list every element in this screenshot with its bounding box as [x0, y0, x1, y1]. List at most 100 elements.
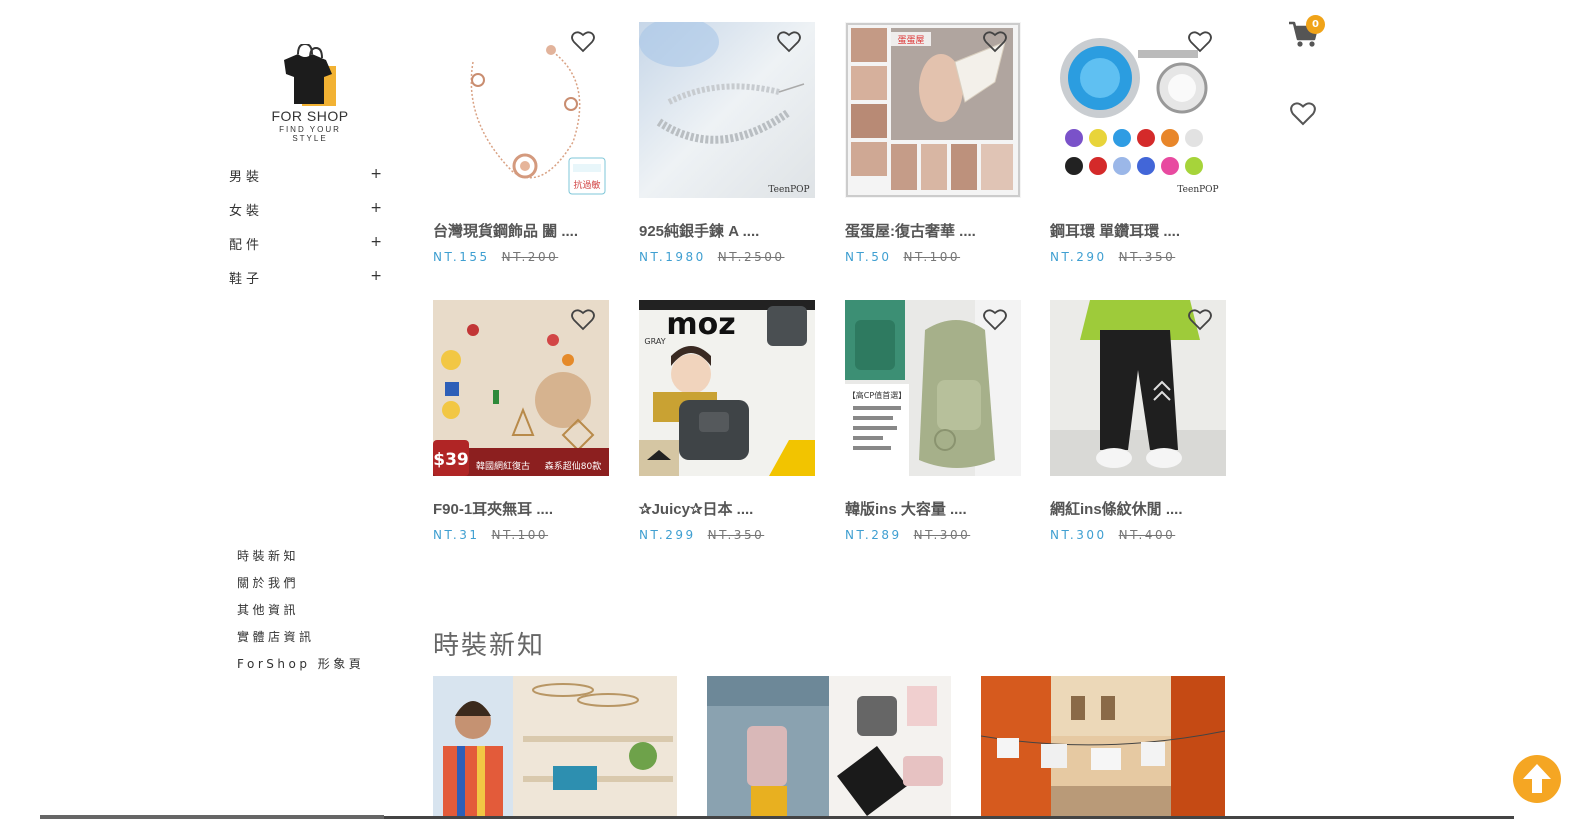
category-label: 男裝: [229, 170, 264, 185]
footer-divider: [40, 815, 384, 819]
news-image: [433, 676, 677, 819]
sale-price: NT.155: [433, 250, 490, 264]
eggshop-label: 蛋蛋屋: [897, 35, 924, 46]
cart-count-badge: 0: [1306, 15, 1325, 34]
product-name[interactable]: 鋼耳環 單鑽耳環 ....: [1050, 220, 1226, 241]
sale-price: NT.300: [1050, 528, 1107, 542]
sale-price: NT.1980: [639, 250, 706, 264]
heart-icon[interactable]: [983, 309, 1007, 331]
back-to-top-button[interactable]: [1513, 755, 1561, 803]
cropped-section-title: [436, 0, 536, 2]
brand-title: FOR SHOP: [271, 108, 349, 124]
anti-allergy-label: 抗過敏: [573, 179, 600, 191]
product-name[interactable]: 925純銀手鍊 A ....: [639, 220, 815, 241]
category-item-men[interactable]: 男裝 +: [229, 166, 385, 200]
product-card[interactable]: $39 韓國網紅復古 森系超仙80款 F90-1耳夾無耳 .... NT.31 N…: [433, 300, 609, 542]
info-link-store-info[interactable]: 實體店資訊: [237, 628, 364, 655]
product-card[interactable]: 網紅ins條紋休閒 .... NT.300 NT.400: [1050, 300, 1226, 542]
product-image[interactable]: [1050, 300, 1226, 476]
heart-icon[interactable]: [777, 31, 801, 53]
heart-icon[interactable]: [571, 31, 595, 53]
product-image[interactable]: 抗過敏: [433, 22, 609, 198]
product-image[interactable]: moz GRAY: [639, 300, 815, 476]
original-price: NT.100: [491, 528, 549, 542]
earring-banner-label: 韓國網紅復古: [476, 460, 530, 472]
product-name[interactable]: 台灣現貨鋼飾品 闔 ....: [433, 220, 609, 241]
sale-price: NT.289: [845, 528, 902, 542]
product-card[interactable]: moz GRAY ✰Juicy✰日本 .... NT.299 NT.350: [639, 300, 815, 542]
category-menu: 男裝 + 女裝 + 配件 + 鞋子 +: [229, 166, 385, 302]
arrow-up-icon: [1523, 764, 1551, 793]
product-name[interactable]: F90-1耳夾無耳 ....: [433, 498, 609, 519]
teenpop-watermark: TeenPOP: [1177, 185, 1218, 195]
news-card[interactable]: [981, 676, 1225, 819]
news-card[interactable]: [433, 676, 677, 819]
original-price: NT.300: [913, 528, 971, 542]
magazine-title: moz: [666, 307, 735, 342]
product-card[interactable]: 蛋蛋屋 蛋蛋屋:復古奢華 .... NT.50 NT.100: [845, 22, 1021, 264]
info-link-other-info[interactable]: 其他資訊: [237, 601, 364, 628]
product-prices: NT.290 NT.350: [1050, 250, 1226, 264]
product-card[interactable]: TeenPOP 925純銀手鍊 A .... NT.1980 NT.2500: [639, 22, 815, 264]
product-prices: NT.155 NT.200: [433, 250, 609, 264]
product-prices: NT.50 NT.100: [845, 250, 1021, 264]
news-card[interactable]: [707, 676, 951, 819]
sale-price: NT.50: [845, 250, 892, 264]
expand-icon[interactable]: +: [370, 200, 382, 216]
product-image[interactable]: 蛋蛋屋: [845, 22, 1021, 198]
category-label: 女裝: [229, 204, 264, 219]
product-card[interactable]: 【高CP值首選】 韓版ins 大容量 .... NT.289 NT.300: [845, 300, 1021, 542]
product-card[interactable]: TeenPOP 鋼耳環 單鑽耳環 .... NT.290 NT.350: [1050, 22, 1226, 264]
original-price: NT.350: [1118, 250, 1176, 264]
info-link-about-us[interactable]: 關於我們: [237, 574, 364, 601]
heart-icon[interactable]: [983, 31, 1007, 53]
product-prices: NT.289 NT.300: [845, 528, 1021, 542]
category-item-accessories[interactable]: 配件 +: [229, 234, 385, 268]
original-price: NT.100: [903, 250, 961, 264]
heart-icon[interactable]: [571, 309, 595, 331]
product-image[interactable]: TeenPOP: [1050, 22, 1226, 198]
brand-subtitle: FIND YOUR STYLE: [279, 125, 341, 143]
product-prices: NT.299 NT.350: [639, 528, 815, 542]
category-item-women[interactable]: 女裝 +: [229, 200, 385, 234]
tshirt-bag-logo: [284, 44, 336, 106]
product-image[interactable]: $39 韓國網紅復古 森系超仙80款: [433, 300, 609, 476]
earring-banner-label-2: 森系超仙80款: [545, 460, 601, 472]
category-label: 鞋子: [229, 272, 264, 287]
heart-icon[interactable]: [1188, 31, 1212, 53]
heart-icon[interactable]: [1290, 102, 1316, 126]
product-prices: NT.1980 NT.2500: [639, 250, 815, 264]
info-menu: 時裝新知 關於我們 其他資訊 實體店資訊 ForShop 形象頁: [237, 547, 364, 682]
info-link-fashion-news[interactable]: 時裝新知: [237, 547, 364, 574]
original-price: NT.400: [1118, 528, 1176, 542]
teenpop-watermark: TeenPOP: [768, 185, 809, 195]
expand-icon[interactable]: +: [370, 268, 382, 284]
news-image: [981, 676, 1225, 819]
brand-logo[interactable]: FOR SHOP FIND YOUR STYLE: [262, 44, 358, 143]
product-name[interactable]: 網紅ins條紋休閒 ....: [1050, 498, 1226, 519]
sale-price: NT.299: [639, 528, 696, 542]
expand-icon[interactable]: +: [370, 166, 382, 182]
heart-icon[interactable]: [1188, 309, 1212, 331]
product-name[interactable]: 蛋蛋屋:復古奢華 ....: [845, 220, 1021, 241]
gray-label: GRAY: [644, 337, 665, 346]
bag-banner-label: 【高CP值首選】: [848, 390, 906, 400]
expand-icon[interactable]: +: [370, 234, 382, 250]
news-image: [707, 676, 951, 819]
original-price: NT.350: [707, 528, 765, 542]
product-image[interactable]: 【高CP值首選】: [845, 300, 1021, 476]
price-tag-label: $39: [433, 450, 469, 470]
product-image[interactable]: TeenPOP: [639, 22, 815, 198]
product-name[interactable]: ✰Juicy✰日本 ....: [639, 498, 815, 519]
category-label: 配件: [229, 238, 264, 253]
sale-price: NT.290: [1050, 250, 1107, 264]
sale-price: NT.31: [433, 528, 480, 542]
product-prices: NT.300 NT.400: [1050, 528, 1226, 542]
product-name[interactable]: 韓版ins 大容量 ....: [845, 498, 1021, 519]
product-prices: NT.31 NT.100: [433, 528, 609, 542]
category-item-shoes[interactable]: 鞋子 +: [229, 268, 385, 302]
info-link-brand-page[interactable]: ForShop 形象頁: [237, 655, 364, 682]
original-price: NT.2500: [717, 250, 785, 264]
original-price: NT.200: [501, 250, 559, 264]
product-card[interactable]: 抗過敏 台灣現貨鋼飾品 闔 .... NT.155 NT.200: [433, 22, 609, 264]
